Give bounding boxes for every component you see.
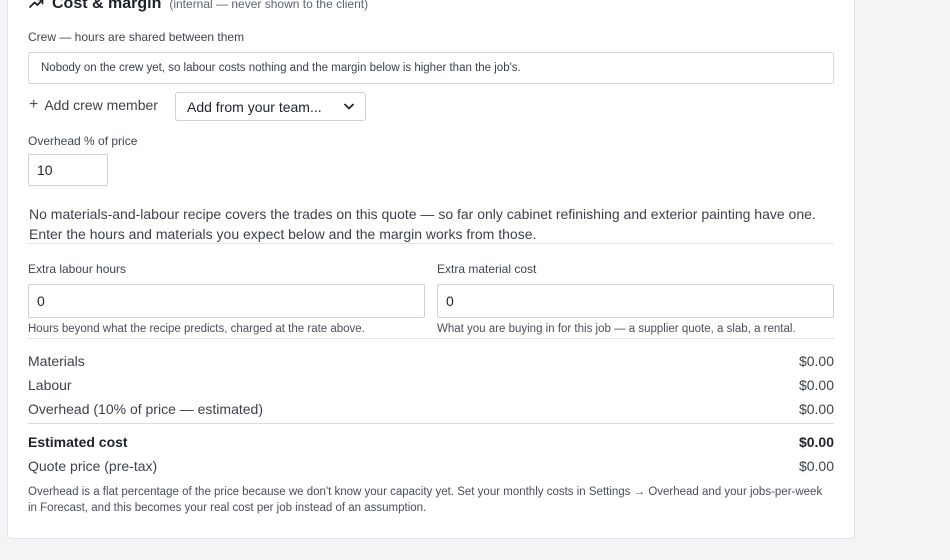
quote-price-value: $0.00 <box>798 458 834 474</box>
overhead-percent-input[interactable]: 10 <box>28 154 108 186</box>
section-header: Cost & margin (internal — never shown to… <box>29 0 368 13</box>
estimated-cost-row: Estimated cost $0.00 <box>28 434 834 450</box>
overhead-row-value: $0.00 <box>798 401 834 417</box>
add-crew-member-label: Add crew member <box>44 97 158 113</box>
overhead-row-label: Overhead (10% of price — estimated) <box>28 401 263 417</box>
quote-price-label: Quote price (pre-tax) <box>28 458 158 474</box>
extra-material-label: Extra material cost <box>437 262 537 276</box>
extra-labour-hours-value: 0 <box>37 293 45 309</box>
materials-value: $0.00 <box>798 353 834 369</box>
cost-margin-card: Cost & margin (internal — never shown to… <box>7 0 855 539</box>
chevron-down-icon <box>344 103 354 110</box>
overhead-label: Overhead % of price <box>28 134 138 148</box>
divider <box>28 423 834 424</box>
divider <box>28 243 834 244</box>
extra-material-cost-value: 0 <box>446 293 454 309</box>
section-subtitle: (internal — never shown to the client) <box>169 0 369 11</box>
add-crew-member-button[interactable]: + Add crew member <box>29 96 158 114</box>
crew-label: Crew — hours are shared between them <box>28 30 245 44</box>
estimated-cost-value: $0.00 <box>798 434 834 450</box>
plus-icon: + <box>29 96 39 113</box>
extra-labour-help: Hours beyond what the recipe predicts, c… <box>28 323 365 335</box>
labour-value: $0.00 <box>798 377 834 393</box>
recipe-notice: No materials-and-labour recipe covers th… <box>29 206 816 242</box>
team-select-value: Add from your team... <box>187 98 322 115</box>
section-title: Cost & margin <box>52 0 162 12</box>
overhead-percent-value: 10 <box>37 162 53 178</box>
quote-price-row: Quote price (pre-tax) $0.00 <box>28 458 834 474</box>
extra-material-help: What you are buying in for this job — a … <box>437 323 796 335</box>
overhead-row: Overhead (10% of price — estimated) $0.0… <box>28 401 834 417</box>
overhead-footnote: Overhead is a flat percentage of the pri… <box>28 486 823 514</box>
divider <box>28 338 834 339</box>
materials-label: Materials <box>28 353 85 369</box>
trending-up-icon <box>29 0 44 8</box>
team-member-select[interactable]: Add from your team... <box>175 92 366 121</box>
extra-labour-hours-input[interactable]: 0 <box>28 284 425 318</box>
labour-label: Labour <box>28 377 72 393</box>
extra-labour-label: Extra labour hours <box>28 262 127 276</box>
labour-row: Labour $0.00 <box>28 377 834 393</box>
extra-material-cost-input[interactable]: 0 <box>437 284 834 318</box>
crew-empty-note: Nobody on the crew yet, so labour costs … <box>28 52 834 84</box>
materials-row: Materials $0.00 <box>28 353 834 369</box>
estimated-cost-label: Estimated cost <box>28 434 128 450</box>
